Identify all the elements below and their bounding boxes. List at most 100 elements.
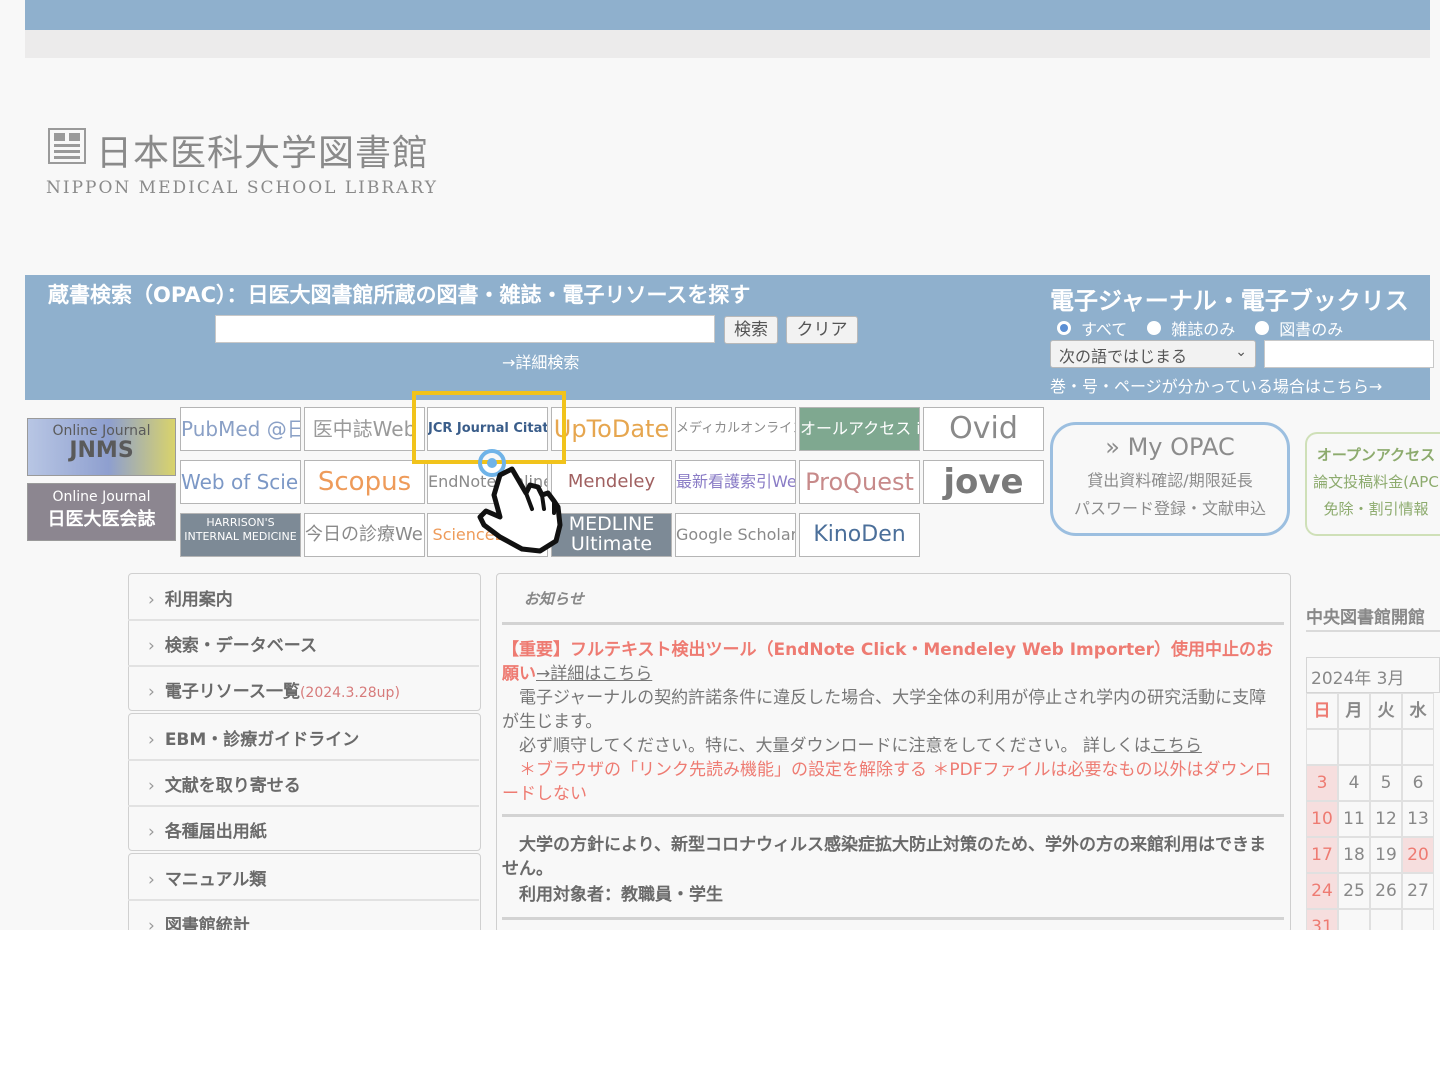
notice-1-here-link[interactable]: こちら bbox=[1151, 736, 1202, 756]
news-divider bbox=[502, 622, 1284, 625]
pointing-hand-cursor-icon bbox=[477, 449, 563, 554]
google-scholar-tile[interactable]: Google Scholar bbox=[675, 513, 796, 557]
sidebar-item-ebm[interactable]: › EBM・診療ガイドライン bbox=[128, 717, 479, 761]
chevron-right-icon: › bbox=[148, 636, 155, 656]
library-homepage: 日本医科大学図書館 NIPPON MEDICAL SCHOOL LIBRARY … bbox=[0, 0, 1440, 930]
calendar-week: 3 4 5 6 bbox=[1306, 765, 1440, 801]
notice-1-body-3: ＊ブラウザの「リンク先読み機能」の設定を解除する ＊PDFファイルは必要なもの以… bbox=[502, 760, 1272, 804]
calendar-month: 2024年 3月 bbox=[1306, 657, 1440, 693]
chevron-right-icon: › bbox=[148, 776, 155, 796]
library-name-jp[interactable]: 日本医科大学図書館 bbox=[96, 124, 429, 176]
calendar-day bbox=[1370, 909, 1402, 930]
calendar-week: 17 18 19 20 bbox=[1306, 837, 1440, 873]
radio-books-label[interactable]: 図書のみ bbox=[1279, 316, 1343, 340]
isho-tile[interactable]: オールアクセス isho.jp bbox=[799, 407, 920, 451]
calendar-day bbox=[1338, 909, 1370, 930]
advanced-search-link[interactable]: →詳細検索 bbox=[502, 349, 579, 373]
radio-all[interactable] bbox=[1057, 321, 1071, 335]
library-name-en[interactable]: NIPPON MEDICAL SCHOOL LIBRARY bbox=[46, 178, 438, 198]
clear-button[interactable]: クリア bbox=[786, 316, 858, 344]
chevron-right-icon: › bbox=[148, 590, 155, 610]
match-type-select[interactable]: 次の語ではじまる ⌄ bbox=[1050, 340, 1256, 368]
proquest-tile[interactable]: ProQuest bbox=[799, 460, 920, 504]
news-divider bbox=[502, 917, 1284, 920]
calendar-day: 17 bbox=[1306, 837, 1338, 873]
pubmed-tile[interactable]: PubMed @日医大 bbox=[180, 407, 301, 451]
calendar-grid: 日 月 火 水 3 4 5 6 10 11 12 13 17 18 19 20 bbox=[1306, 693, 1440, 930]
calendar-day bbox=[1402, 729, 1434, 765]
my-opac-title: » My OPAC bbox=[1105, 433, 1235, 461]
notice-1-body-2-text: 必ず順守してください。特に、大量ダウンロードに注意をしてください。 詳しくは bbox=[502, 736, 1151, 756]
calendar-day: 10 bbox=[1306, 801, 1338, 837]
sidebar-item-guide[interactable]: › 利用案内 bbox=[128, 577, 479, 621]
sidebar-item-document-delivery[interactable]: › 文献を取り寄せる bbox=[128, 763, 479, 807]
my-opac-button[interactable]: » My OPAC 貸出資料確認/期限延長 パスワード登録・文献申込 bbox=[1050, 422, 1290, 536]
weekday-tue: 火 bbox=[1370, 693, 1402, 729]
oa-line3: 免除・割引情報 bbox=[1323, 500, 1429, 518]
calendar-day bbox=[1306, 729, 1338, 765]
sidebar-item-manuals[interactable]: › マニュアル類 bbox=[128, 857, 479, 901]
sidebar-item-eresources[interactable]: › 電子リソース一覧(2024.3.28up) bbox=[128, 669, 479, 713]
sidebar-item-label: 各種届出用紙 bbox=[164, 822, 267, 842]
news-divider bbox=[502, 814, 1284, 817]
kyou-no-shinryo-tile[interactable]: 今日の診療Web bbox=[304, 513, 425, 557]
calendar-title: 中央図書館開館 bbox=[1306, 608, 1425, 628]
news-heading: お知らせ bbox=[524, 590, 584, 608]
calendar-day: 4 bbox=[1338, 765, 1370, 801]
sidebar-item-statistics[interactable]: › 図書館統計 bbox=[128, 903, 479, 930]
scopus-tile[interactable]: Scopus bbox=[304, 460, 425, 504]
match-type-value: 次の語ではじまる bbox=[1059, 347, 1188, 366]
weekday-mon: 月 bbox=[1338, 693, 1370, 729]
calendar-day: 12 bbox=[1370, 801, 1402, 837]
opac-search-input[interactable] bbox=[215, 315, 715, 343]
radio-journals-label[interactable]: 雑誌のみ bbox=[1171, 316, 1235, 340]
calendar-day: 26 bbox=[1370, 873, 1402, 909]
medicalonline-tile[interactable]: メディカルオンライン MedicalOnline bbox=[675, 407, 796, 451]
nichii-line2: 日医大医会誌 bbox=[47, 509, 156, 530]
radio-journals[interactable] bbox=[1147, 321, 1162, 335]
jove-tile[interactable]: jove bbox=[923, 460, 1044, 504]
ejournal-search-input[interactable] bbox=[1264, 340, 1434, 368]
top-blue-bar bbox=[25, 0, 1430, 30]
sidebar-item-databases[interactable]: › 検索・データベース bbox=[128, 623, 479, 667]
calendar-day: 27 bbox=[1402, 873, 1434, 909]
chevron-down-icon: ⌄ bbox=[1235, 344, 1247, 360]
sidebar-item-forms[interactable]: › 各種届出用紙 bbox=[128, 809, 479, 853]
jnms-banner[interactable]: Online Journal JNMS bbox=[27, 418, 176, 476]
calendar-day: 19 bbox=[1370, 837, 1402, 873]
chevron-right-icon: › bbox=[148, 682, 155, 702]
notice-1-body-1: 電子ジャーナルの契約許諾条件に違反した場合、大学全体の利用が停止され学内の研究活… bbox=[502, 688, 1267, 732]
kango-tile[interactable]: 最新看護索引Web bbox=[675, 460, 796, 504]
calendar-day: 20 bbox=[1402, 837, 1434, 873]
calendar-day: 25 bbox=[1338, 873, 1370, 909]
kinoden-tile[interactable]: KinoDen bbox=[799, 513, 920, 557]
oa-line2: 論文投稿料金(APC bbox=[1313, 473, 1439, 491]
calendar-week: 24 25 26 27 bbox=[1306, 873, 1440, 909]
search-button[interactable]: 検索 bbox=[724, 316, 778, 344]
ichushi-tile[interactable]: 医中誌Web bbox=[304, 407, 425, 451]
calendar-week: 31 bbox=[1306, 909, 1440, 930]
jnms-line1: Online Journal bbox=[52, 423, 151, 439]
radio-all-label[interactable]: すべて bbox=[1081, 316, 1127, 340]
calendar-weekday-row: 日 月 火 水 bbox=[1306, 693, 1440, 729]
web-of-science-tile[interactable]: Web of Science bbox=[180, 460, 301, 504]
ovid-tile[interactable]: Ovid bbox=[923, 407, 1044, 451]
notice-1-detail-link[interactable]: →詳細はこちら bbox=[536, 664, 652, 684]
calendar-day bbox=[1402, 909, 1434, 930]
nichii-banner[interactable]: Online Journal 日医大医会誌 bbox=[27, 483, 176, 541]
sidebar-item-label: 利用案内 bbox=[164, 590, 233, 610]
sidebar-menu: › 利用案内 › 検索・データベース › 電子リソース一覧(2024.3.28up) … bbox=[128, 573, 481, 930]
harrisons-tile[interactable]: HARRISON'S INTERNAL MEDICINE bbox=[180, 513, 301, 557]
my-opac-line2: パスワード登録・文献申込 bbox=[1073, 499, 1266, 518]
weekday-wed: 水 bbox=[1402, 693, 1434, 729]
chevron-right-icon: › bbox=[148, 916, 155, 930]
weekday-sun: 日 bbox=[1306, 693, 1338, 729]
open-access-banner[interactable]: オープンアクセス 論文投稿料金(APC 免除・割引情報 bbox=[1305, 432, 1440, 536]
library-seal-icon bbox=[48, 128, 86, 164]
radio-books[interactable] bbox=[1255, 321, 1270, 335]
opac-title: 蔵書検索（OPAC）：日医大図書館所蔵の図書・雑誌・電子リソースを探す bbox=[48, 283, 751, 307]
chevron-right-icon: › bbox=[148, 730, 155, 750]
calendar-day: 3 bbox=[1306, 765, 1338, 801]
update-date-badge: (2024.3.28up) bbox=[299, 685, 400, 701]
citation-search-link[interactable]: 巻・号・ページが分かっている場合はこちら→ bbox=[1050, 373, 1382, 397]
